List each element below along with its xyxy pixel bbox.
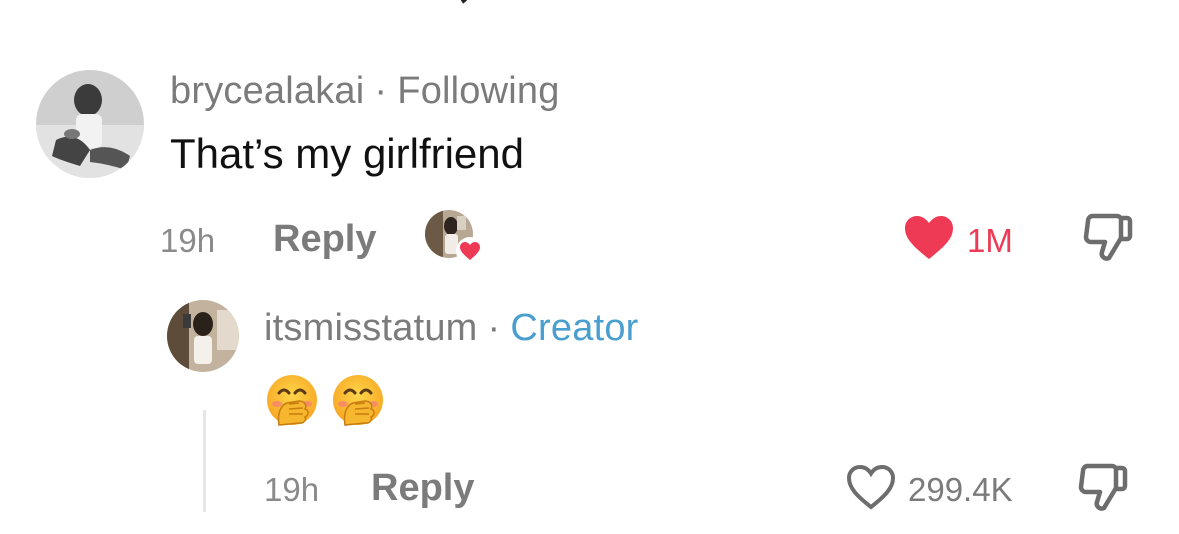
- heart-filled-icon[interactable]: [903, 214, 955, 262]
- commenter-username[interactable]: brycealakai: [170, 70, 364, 112]
- like-count: 1M: [967, 222, 1013, 259]
- hand-over-mouth-emoji: [267, 375, 317, 426]
- reply-to-reply-button[interactable]: Reply: [371, 467, 474, 510]
- hand-over-mouth-emoji: [333, 375, 383, 426]
- previous-comment-fragment: [0, 0, 1179, 6]
- comment-text: That’s my girlfriend: [170, 130, 525, 177]
- meta-separator: ·: [374, 70, 388, 112]
- commenter-avatar[interactable]: [36, 70, 144, 178]
- heart-outline-icon[interactable]: [845, 463, 897, 511]
- previous-comment-fragment-glyphs: [460, 0, 468, 4]
- thumbs-down-icon[interactable]: [1083, 212, 1133, 264]
- thumbs-down-icon[interactable]: [1078, 462, 1128, 514]
- reply-timestamp: 19h: [264, 471, 320, 508]
- commenter-meta-line: brycealakai · Following: [170, 70, 560, 113]
- reply-button[interactable]: Reply: [273, 218, 376, 261]
- thread-line: [203, 410, 206, 512]
- reply-like-count: 299.4K: [908, 471, 1013, 508]
- reply-author-meta-line: itsmisstatum · Creator: [264, 307, 639, 350]
- following-status: Following: [397, 70, 560, 112]
- meta-separator: ·: [487, 307, 501, 349]
- heart-badge-icon: [456, 237, 484, 265]
- reply-author-avatar[interactable]: [167, 300, 239, 372]
- creator-liked-indicator: [425, 210, 485, 266]
- creator-badge: Creator: [510, 307, 639, 349]
- reply-emoji-row: [265, 373, 385, 427]
- reply-author-username[interactable]: itsmisstatum: [264, 307, 478, 349]
- comment-timestamp: 19h: [160, 222, 216, 259]
